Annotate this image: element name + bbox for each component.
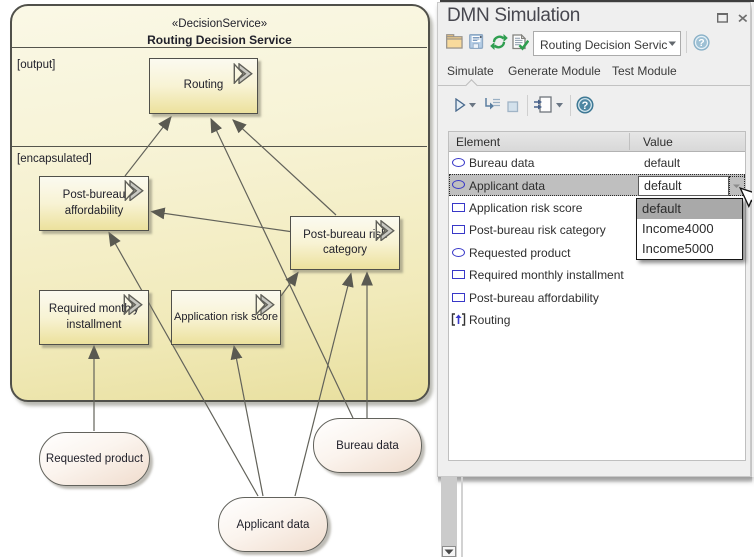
svg-text:?: ? [698, 37, 704, 49]
svg-text:?: ? [582, 100, 589, 112]
